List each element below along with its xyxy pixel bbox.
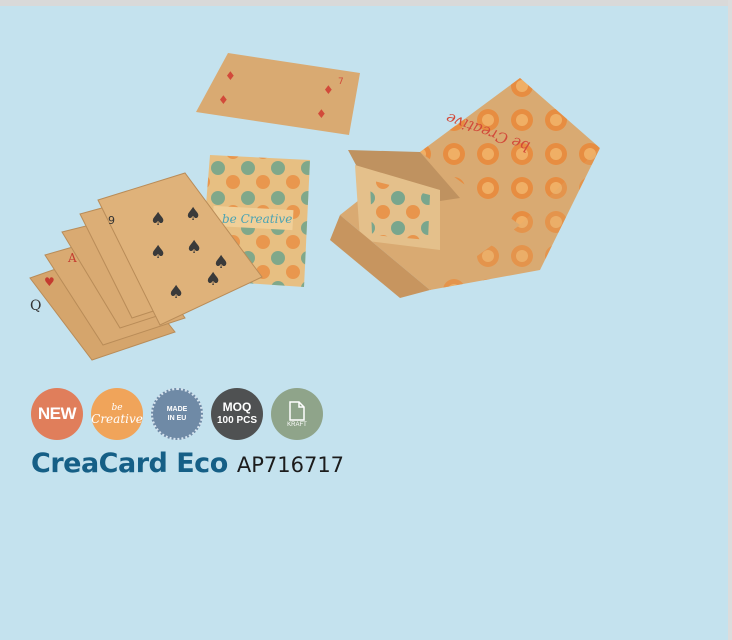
product-title: CreaCard Eco AP716717: [31, 448, 344, 479]
new-badge-icon: NEW: [31, 388, 83, 440]
feature-badges: NEW be Creative MADE IN EU MOQ 100 PCS K…: [31, 388, 323, 441]
product-name: CreaCard Eco: [31, 448, 228, 479]
svg-text:♠: ♠: [168, 282, 184, 303]
moq-line1: MOQ: [222, 400, 252, 414]
right-border: [728, 0, 732, 640]
single-card-top: ♦ ♦ ♦ ♦ 7: [196, 53, 360, 135]
made-in-eu-line2: IN EU: [167, 415, 187, 422]
svg-text:♠: ♠: [150, 242, 166, 263]
kraft-badge-icon: KRAFT: [271, 388, 323, 440]
svg-text:♠: ♠: [150, 209, 166, 230]
made-in-eu-badge-icon: MADE IN EU: [151, 388, 203, 440]
svg-text:♦: ♦: [316, 107, 327, 121]
svg-text:♦: ♦: [225, 69, 236, 83]
svg-text:♥: ♥: [44, 275, 55, 289]
card-back-brand: be Creative: [222, 212, 292, 226]
moq-line2: 100 PCS: [216, 415, 258, 426]
svg-text:7: 7: [338, 77, 344, 87]
product-code: AP716717: [236, 453, 345, 477]
top-border: [0, 0, 732, 6]
svg-text:♠: ♠: [185, 204, 201, 225]
be-creative-line2: Creative: [91, 412, 143, 426]
svg-text:Q: Q: [30, 298, 41, 314]
made-in-eu-line1: MADE: [166, 406, 188, 413]
svg-text:♠: ♠: [186, 237, 202, 258]
svg-text:♦: ♦: [218, 93, 229, 107]
card-box: be Creative: [330, 78, 600, 298]
product-photo: ♦ ♦ ♦ ♦ 7 be Creative Q ♥ A 9 ♠ ♠ ♠ ♠ ♠ …: [29, 53, 600, 361]
svg-text:9: 9: [108, 214, 115, 227]
svg-text:♠: ♠: [213, 252, 229, 273]
svg-text:♦: ♦: [323, 83, 334, 97]
kraft-label: KRAFT: [287, 421, 307, 428]
kraft-paper-icon: [289, 400, 305, 421]
new-label: NEW: [37, 404, 77, 423]
be-creative-badge-icon: be Creative: [91, 388, 143, 440]
moq-badge-icon: MOQ 100 PCS: [211, 388, 263, 440]
svg-text:A: A: [67, 251, 77, 265]
